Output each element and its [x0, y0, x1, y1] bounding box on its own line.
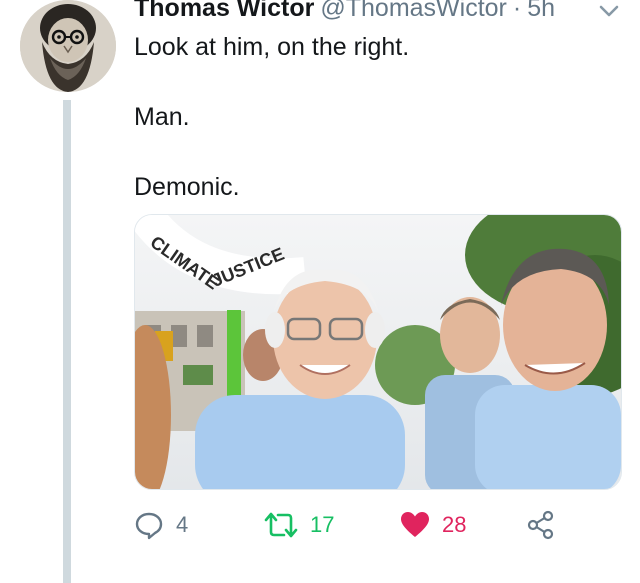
share-icon — [527, 510, 554, 540]
tweet-text-line: Man. — [134, 103, 190, 131]
tweet-text-blank — [134, 65, 614, 100]
tweet-actions: 4 17 28 — [134, 505, 604, 545]
reply-count: 4 — [176, 512, 189, 537]
tweet-photo[interactable]: CLIMATE JUSTICE — [134, 214, 622, 490]
tweet-text-blank — [134, 135, 614, 170]
tweet-text-line: Look at him, on the right. — [134, 33, 410, 61]
share-button[interactable] — [526, 505, 556, 545]
like-button[interactable]: 28 — [400, 505, 466, 545]
tweet-text: Look at him, on the right. Man. Demonic. — [134, 30, 614, 205]
tweet-timestamp[interactable]: 5h — [527, 0, 555, 25]
retweet-count: 17 — [310, 512, 335, 537]
retweet-button[interactable]: 17 — [264, 505, 334, 545]
like-count: 28 — [442, 512, 467, 537]
author-name[interactable]: Thomas Wictor — [134, 0, 314, 25]
header-separator: · — [512, 0, 522, 22]
author-avatar[interactable] — [20, 0, 116, 92]
next-tweet-fragment — [258, 576, 558, 583]
thread-line — [63, 100, 71, 583]
reply-icon — [135, 512, 163, 540]
reply-button[interactable]: 4 — [134, 505, 188, 545]
chevron-down-icon — [599, 5, 619, 17]
tweet-text-line: Demonic. — [134, 173, 240, 201]
tweet-menu-button[interactable] — [596, 0, 622, 22]
heart-icon — [401, 512, 429, 537]
photo-scene: CLIMATE JUSTICE — [135, 215, 621, 489]
avatar-portrait — [20, 0, 116, 92]
tweet-header: Thomas Wictor @ThomasWictor · 5h — [134, 0, 555, 25]
retweet-icon — [264, 512, 298, 538]
author-handle[interactable]: @ThomasWictor — [320, 0, 507, 25]
